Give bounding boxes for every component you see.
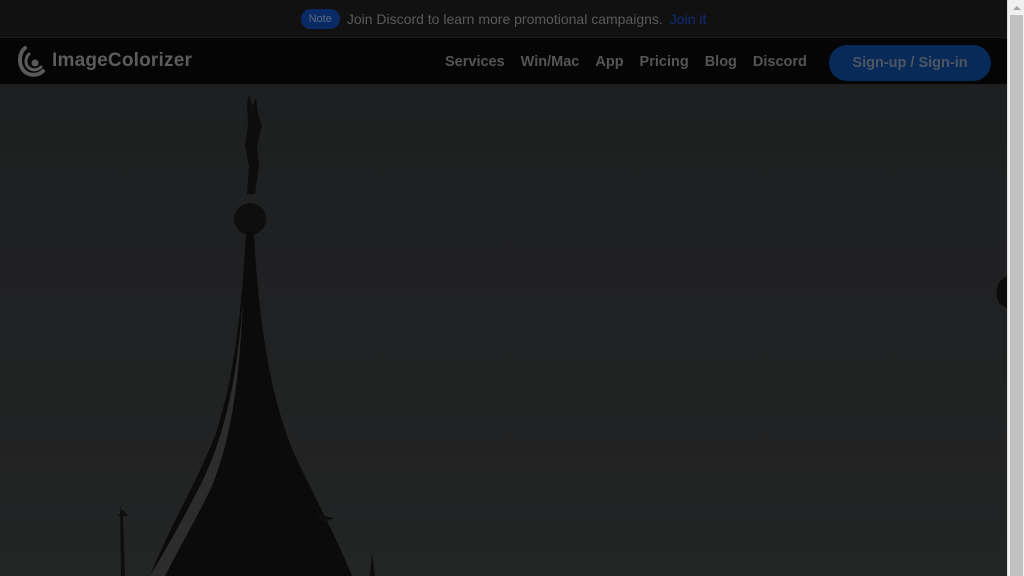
scrollbar-thumb[interactable] (1010, 15, 1023, 576)
nav-pricing[interactable]: Pricing (640, 54, 689, 70)
vertical-scrollbar[interactable] (1007, 0, 1024, 576)
note-badge: Note (300, 8, 340, 29)
signin-button[interactable]: Sign-up / Sign-in (829, 45, 991, 81)
logo-swirl-icon (18, 46, 45, 77)
top-navigation: ImageColorizer Services Win/Mac App Pric… (0, 37, 1007, 85)
nav-blog[interactable]: Blog (705, 54, 737, 70)
nav-win-mac[interactable]: Win/Mac (521, 54, 580, 70)
nav-discord[interactable]: Discord (753, 54, 807, 70)
nav-links: Services Win/Mac App Pricing Blog Discor… (445, 38, 807, 86)
announcement-bar: Note Join Discord to learn more promotio… (0, 0, 1007, 37)
nav-services[interactable]: Services (445, 54, 505, 70)
brand-logo[interactable]: ImageColorizer (16, 44, 192, 78)
brand-name: ImageColorizer (52, 50, 193, 71)
page: Note Join Discord to learn more promotio… (0, 0, 1007, 576)
scroll-up-arrow-icon[interactable] (1008, 0, 1024, 15)
hero-image (0, 86, 1007, 576)
spire-silhouette-icon (118, 94, 1007, 576)
announcement-text: Join Discord to learn more promotional c… (346, 10, 663, 27)
nav-app[interactable]: App (595, 54, 623, 70)
join-discord-link[interactable]: Join it (670, 11, 707, 27)
